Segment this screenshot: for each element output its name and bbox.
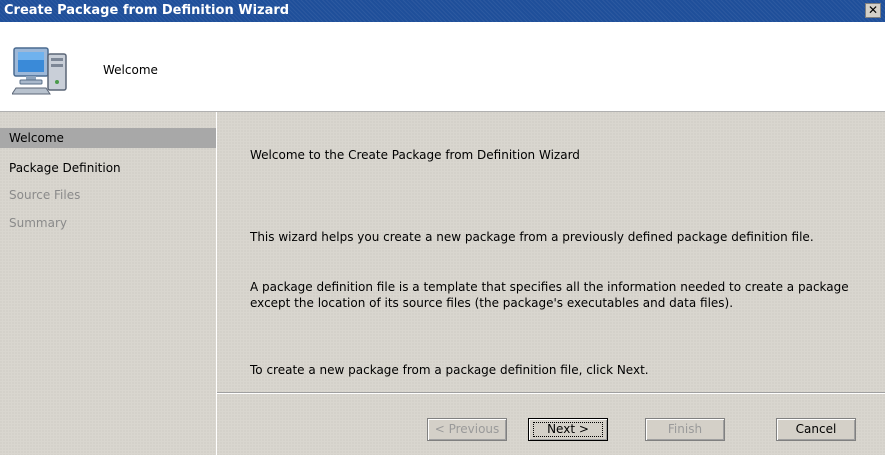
definition-paragraph-line1: A package definition file is a template … (250, 280, 849, 294)
nav-item-summary: Summary (9, 216, 67, 230)
finish-button[interactable]: Finish (645, 418, 725, 441)
wizard-header: Welcome (0, 22, 885, 112)
definition-paragraph-line2: except the location of its source files … (250, 296, 734, 310)
nav-item-source-files: Source Files (9, 188, 81, 202)
welcome-heading: Welcome to the Create Package from Defin… (250, 148, 580, 162)
button-bar-divider (217, 393, 885, 394)
previous-button[interactable]: < Previous (427, 418, 507, 441)
window-title: Create Package from Definition Wizard (4, 3, 290, 18)
next-button[interactable]: Next > (528, 418, 608, 441)
computer-icon (12, 47, 67, 95)
page-title: Welcome (103, 63, 158, 77)
wizard-content: Welcome to the Create Package from Defin… (217, 112, 885, 455)
close-button[interactable]: ✕ (865, 3, 881, 18)
nav-item-package-definition[interactable]: Package Definition (0, 158, 216, 178)
intro-paragraph: This wizard helps you create a new packa… (250, 230, 814, 244)
close-icon: ✕ (867, 3, 879, 17)
instruction-text: To create a new package from a package d… (250, 363, 649, 377)
wizard-nav-pane: Welcome Package Definition Source Files … (0, 112, 216, 455)
nav-item-welcome[interactable]: Welcome (0, 128, 216, 148)
cancel-button[interactable]: Cancel (776, 418, 856, 441)
focus-rectangle (533, 422, 603, 437)
window-titlebar: Create Package from Definition Wizard ✕ (0, 0, 885, 22)
